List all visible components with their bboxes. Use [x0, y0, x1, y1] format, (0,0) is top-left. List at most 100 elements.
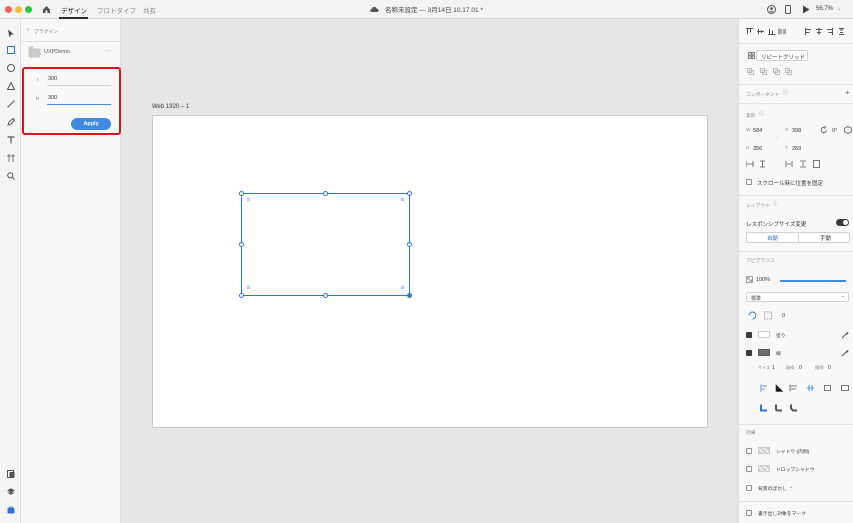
zoom-level[interactable]: 56.7%: [816, 6, 833, 12]
fill-checkbox[interactable]: [746, 332, 752, 338]
selected-rectangle[interactable]: ⊙ ⊙ ⊙ ⊙: [239, 191, 412, 298]
h-label: H: [746, 146, 750, 151]
eyedropper-icon[interactable]: [841, 331, 849, 339]
width-value[interactable]: 584: [753, 128, 762, 134]
align-top-icon[interactable]: [746, 28, 786, 35]
effects-heading: 効果: [746, 431, 756, 436]
manual-option[interactable]: 手動: [820, 234, 831, 242]
repeat-grid-button[interactable]: リピートグリッド: [756, 50, 808, 61]
dash-value[interactable]: 0: [799, 365, 802, 371]
transform-3d-icon[interactable]: [844, 126, 852, 134]
line-tool-icon[interactable]: [5, 98, 16, 109]
resize-handle-bl[interactable]: [239, 293, 244, 298]
corner-radius-handle-icon[interactable]: ⊙: [400, 198, 405, 203]
ellipse-tool-icon[interactable]: [5, 62, 16, 73]
title-bar: デザイン プロトタイプ 共有 名称未設定 — 3月14日 10.17.01 * …: [0, 0, 853, 19]
auto-option[interactable]: 自動: [767, 234, 778, 242]
more-options-button[interactable]: ···: [105, 48, 111, 54]
opacity-value[interactable]: 100%: [756, 277, 770, 283]
drop-shadow-swatch[interactable]: [758, 465, 770, 472]
fill-color-swatch[interactable]: [758, 331, 770, 338]
responsive-resize-toggle[interactable]: [836, 219, 849, 226]
size-label: サイズ: [758, 365, 771, 370]
resize-handle-br[interactable]: [407, 293, 412, 298]
align-left-icon[interactable]: [805, 28, 849, 35]
inner-shadow-label: シャドウ (内側): [776, 450, 810, 455]
height-value[interactable]: 356: [753, 146, 762, 152]
opacity-slider[interactable]: [780, 280, 846, 282]
mark-for-export-checkbox[interactable]: [746, 510, 752, 516]
stroke-alignment-icons[interactable]: [760, 384, 852, 392]
inner-shadow-swatch[interactable]: [758, 447, 770, 454]
plugin-icon: [28, 46, 41, 58]
blend-mode-dropdown[interactable]: 標準 ⌄: [746, 292, 849, 302]
polygon-tool-icon[interactable]: [5, 80, 16, 91]
cloud-icon: [370, 6, 379, 12]
layers-icon[interactable]: [5, 486, 16, 497]
resize-handle-r[interactable]: [407, 242, 412, 247]
size-value[interactable]: 1: [772, 365, 775, 371]
drop-shadow-checkbox[interactable]: [746, 466, 752, 472]
artboard-tool-icon[interactable]: [5, 152, 16, 163]
chevron-down-icon[interactable]: ⌄: [480, 6, 484, 13]
rotation-value[interactable]: 0°: [832, 128, 837, 134]
corner-mode-icons[interactable]: [748, 311, 776, 320]
tab-design[interactable]: デザイン: [61, 5, 87, 15]
resize-handle-b[interactable]: [323, 293, 328, 298]
minimize-window-button[interactable]: [15, 6, 22, 13]
corner-radius-value[interactable]: 0: [782, 313, 785, 319]
flip-distribute-icons[interactable]: [746, 160, 853, 168]
document-assets-icon[interactable]: [5, 468, 16, 479]
info-icon[interactable]: ⓘ: [773, 201, 778, 208]
tab-share[interactable]: 共有: [143, 5, 156, 15]
border-color-swatch[interactable]: [758, 349, 770, 356]
x-value[interactable]: 308: [792, 128, 801, 134]
artboard[interactable]: ⊙ ⊙ ⊙ ⊙: [152, 115, 708, 428]
background-blur-checkbox[interactable]: [746, 485, 752, 491]
text-tool-icon[interactable]: [5, 134, 16, 145]
pen-tool-icon[interactable]: [5, 116, 16, 127]
fix-position-checkbox[interactable]: [746, 179, 752, 185]
info-icon[interactable]: ⓘ: [783, 90, 788, 97]
plugins-back-link[interactable]: プラグイン: [34, 28, 58, 35]
back-chevron-icon[interactable]: ‹: [27, 27, 29, 34]
resize-handle-tl[interactable]: [239, 191, 244, 196]
home-icon[interactable]: [42, 5, 51, 14]
gap-value[interactable]: 0: [828, 365, 831, 371]
artboard-name[interactable]: Web 1920 – 1: [152, 104, 189, 110]
stroke-join-icons[interactable]: [760, 404, 804, 412]
corner-radius-handle-icon[interactable]: ⊙: [246, 198, 251, 203]
lock-aspect-icon[interactable]: ⌇: [776, 135, 778, 142]
user-icon[interactable]: [767, 5, 776, 14]
resize-handle-l[interactable]: [239, 242, 244, 247]
divider: [739, 424, 853, 425]
y-value[interactable]: 269: [792, 146, 801, 152]
border-checkbox[interactable]: [746, 350, 752, 356]
appearance-heading: アピアランス: [746, 259, 775, 264]
add-component-icon[interactable]: +: [845, 89, 850, 97]
boolean-ops-icon[interactable]: [747, 68, 794, 76]
corner-radius-handle-icon[interactable]: ⊙: [246, 286, 251, 291]
tab-prototype[interactable]: プロトタイプ: [97, 5, 136, 15]
plugins-icon[interactable]: [5, 504, 16, 515]
resize-handle-t[interactable]: [323, 191, 328, 196]
corner-radius-handle-icon[interactable]: ⊙: [400, 286, 405, 291]
document-title[interactable]: 名称未設定 — 3月14日 10.17.01 *: [385, 4, 483, 14]
rectangle-tool-icon[interactable]: [5, 44, 16, 55]
eyedropper-icon[interactable]: [841, 349, 849, 357]
zoom-chevron-icon[interactable]: ⌄: [837, 6, 841, 13]
canvas[interactable]: Web 1920 – 1 ⊙ ⊙ ⊙ ⊙: [121, 19, 738, 523]
repeat-grid-label: リピートグリッド: [761, 55, 806, 61]
inner-shadow-checkbox[interactable]: [746, 448, 752, 454]
zoom-tool-icon[interactable]: [5, 170, 16, 181]
blend-mode-value: 標準: [751, 295, 762, 302]
info-icon[interactable]: ⓘ: [759, 111, 764, 118]
play-icon[interactable]: [802, 5, 810, 14]
close-window-button[interactable]: [5, 6, 12, 13]
divider: [739, 103, 853, 104]
chevron-down-icon[interactable]: ⌄: [789, 484, 793, 491]
select-tool-icon[interactable]: [5, 28, 16, 39]
zoom-window-button[interactable]: [25, 6, 32, 13]
resize-handle-tr[interactable]: [407, 191, 412, 196]
mobile-preview-icon[interactable]: [785, 5, 791, 14]
